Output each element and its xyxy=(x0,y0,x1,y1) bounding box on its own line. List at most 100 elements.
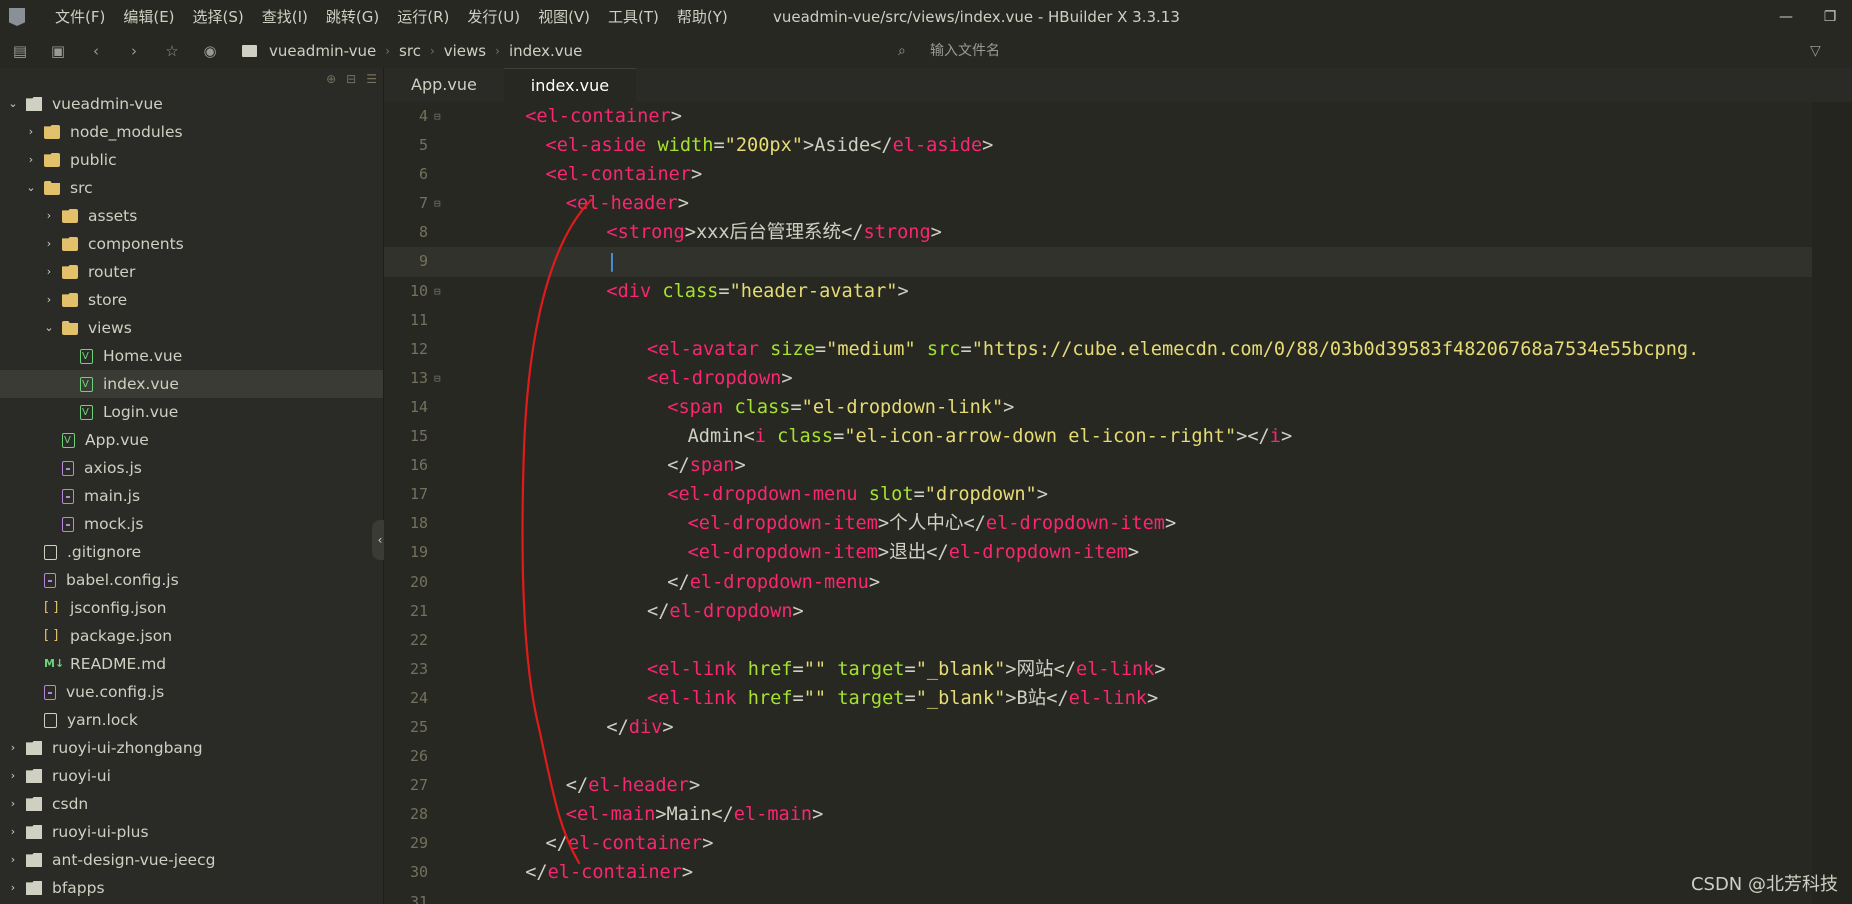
fold-icon[interactable]: ⊟ xyxy=(434,364,441,393)
tree-item[interactable]: Home.vue xyxy=(0,342,383,371)
tree-item[interactable]: › public xyxy=(0,146,383,174)
menu-item[interactable]: 视图(V) xyxy=(529,0,599,34)
menu-item[interactable]: 发行(U) xyxy=(458,0,529,34)
file-search-input[interactable] xyxy=(928,42,1532,60)
menu-item[interactable]: 查找(I) xyxy=(253,0,317,34)
menu-item[interactable]: 选择(S) xyxy=(184,0,253,34)
tree-item[interactable]: › ruoyi-ui-plus xyxy=(0,818,383,846)
new-file-icon[interactable]: ▤ xyxy=(10,41,30,61)
tree-item[interactable]: › ant-design-vue-jeecg xyxy=(0,846,383,874)
tree-item[interactable]: ⌄ src xyxy=(0,174,383,202)
menu-item[interactable]: 工具(T) xyxy=(599,0,668,34)
breadcrumb-item[interactable]: vueadmin-vue xyxy=(269,42,376,60)
breadcrumb-item[interactable]: views xyxy=(444,42,486,60)
tree-item[interactable]: babel.config.js xyxy=(0,566,383,594)
tree-item[interactable]: yarn.lock xyxy=(0,706,383,734)
code-token: = xyxy=(713,135,725,157)
code-token: <el-avatar xyxy=(647,338,771,360)
locate-icon[interactable]: ⊕ xyxy=(326,72,336,86)
tree-item[interactable]: › assets xyxy=(0,202,383,230)
tree-item[interactable]: › router xyxy=(0,258,383,286)
minimap[interactable] xyxy=(1812,102,1852,904)
tree-item[interactable]: › ruoyi-ui xyxy=(0,762,383,790)
collapse-all-icon[interactable]: ⊟ xyxy=(346,72,356,86)
fold-icon[interactable]: ⊟ xyxy=(434,277,441,306)
tree-item[interactable]: ⌄ vueadmin-vue xyxy=(0,90,383,118)
breadcrumb-item[interactable]: index.vue xyxy=(509,42,582,60)
chevron-right-icon[interactable]: › xyxy=(42,230,56,258)
tree-item[interactable]: › node_modules xyxy=(0,118,383,146)
tree-item[interactable]: main.js xyxy=(0,482,383,510)
code-view[interactable]: 4 ⊟ <el-container> 5 <el-aside width="200px"… xyxy=(384,102,1852,904)
code-token: >退出</ xyxy=(877,542,949,564)
back-icon[interactable]: ‹ xyxy=(86,41,106,61)
code-line: 29 </el-container> xyxy=(384,829,1852,858)
code-text: </el-container> xyxy=(525,858,693,887)
chevron-right-icon[interactable]: › xyxy=(24,118,38,146)
menu-item[interactable]: 帮助(Y) xyxy=(668,0,737,34)
chevron-down-icon[interactable]: ⌄ xyxy=(24,174,38,202)
minimize-icon[interactable]: — xyxy=(1764,0,1808,34)
tree-item[interactable]: Login.vue xyxy=(0,398,383,427)
line-number: 22 xyxy=(409,630,428,649)
tree-item-label: Login.vue xyxy=(103,403,179,421)
code-token: span xyxy=(689,455,735,477)
tree-item[interactable]: ⌄ views xyxy=(0,314,383,342)
chevron-right-icon[interactable]: › xyxy=(6,734,20,762)
menu-item[interactable]: 运行(R) xyxy=(388,0,458,34)
chevron-right-icon[interactable]: › xyxy=(6,874,20,902)
chevron-right-icon[interactable]: › xyxy=(42,286,56,314)
tree-item[interactable]: › csdn xyxy=(0,790,383,818)
code-token: <el-dropdown-menu xyxy=(667,484,869,506)
chevron-down-icon[interactable]: ⌄ xyxy=(6,90,20,118)
fold-icon[interactable]: ⊟ xyxy=(434,102,441,131)
breadcrumb-item[interactable]: src xyxy=(399,42,421,60)
tree-item[interactable]: › bfapps xyxy=(0,874,383,902)
tree-item[interactable]: App.vue xyxy=(0,426,383,455)
toolbar: ▤ ▣ ‹ › ☆ ◉ vueadmin-vue › src › views › index… xyxy=(0,34,1852,68)
menu-item[interactable]: 跳转(G) xyxy=(317,0,388,34)
tree-item-label: vueadmin-vue xyxy=(52,95,163,113)
chevron-right-icon[interactable]: › xyxy=(6,818,20,846)
chevron-right-icon[interactable]: › xyxy=(24,146,38,174)
tree-item[interactable]: mock.js xyxy=(0,510,383,538)
tree-item[interactable]: › ruoyi-ui-zhongbang xyxy=(0,734,383,762)
menu-icon[interactable]: ☰ xyxy=(366,72,377,86)
code-token: el-dropdown xyxy=(669,600,793,622)
tree-item[interactable]: .gitignore xyxy=(0,538,383,566)
star-icon[interactable]: ☆ xyxy=(162,41,182,61)
line-number: 18 xyxy=(409,514,428,533)
code-token: >网站</ xyxy=(1005,658,1077,680)
save-icon[interactable]: ▣ xyxy=(48,41,68,61)
code-token: i xyxy=(754,426,778,448)
chevron-right-icon[interactable]: › xyxy=(6,790,20,818)
chevron-right-icon[interactable]: › xyxy=(42,202,56,230)
tree-item[interactable]: index.vue xyxy=(0,370,383,399)
menu-item[interactable]: 文件(F) xyxy=(46,0,114,34)
tree-item-label: views xyxy=(88,319,132,337)
tree-item[interactable]: › store xyxy=(0,286,383,314)
filter-icon[interactable]: ▽ xyxy=(1810,43,1826,59)
chevron-right-icon[interactable]: › xyxy=(6,846,20,874)
forward-icon[interactable]: › xyxy=(124,41,144,61)
tree-item[interactable]: M↓ README.md xyxy=(0,650,383,678)
run-icon[interactable]: ◉ xyxy=(200,41,220,61)
fold-icon[interactable]: ⊟ xyxy=(434,189,441,218)
code-text: <el-aside width="200px">Aside</el-aside> xyxy=(546,131,994,160)
tree-item[interactable]: [ ] package.json xyxy=(0,622,383,650)
tab-index-vue[interactable]: index.vue xyxy=(503,68,637,102)
code-token: el-dropdown-menu xyxy=(689,571,869,593)
chevron-right-icon[interactable]: › xyxy=(42,258,56,286)
tree-item[interactable]: vue.config.js xyxy=(0,678,383,706)
menu-item[interactable]: 编辑(E) xyxy=(114,0,183,34)
code-token: = xyxy=(792,658,804,680)
chevron-right-icon[interactable]: › xyxy=(6,762,20,790)
tree-item[interactable]: [ ] jsconfig.json xyxy=(0,594,383,622)
chevron-down-icon[interactable]: ⌄ xyxy=(42,314,56,342)
maximize-icon[interactable]: ❐ xyxy=(1808,0,1852,34)
tree-item[interactable]: axios.js xyxy=(0,454,383,482)
project-icon xyxy=(26,853,42,867)
tree-item[interactable]: › components xyxy=(0,230,383,258)
tab-app-vue[interactable]: App.vue xyxy=(384,68,504,102)
